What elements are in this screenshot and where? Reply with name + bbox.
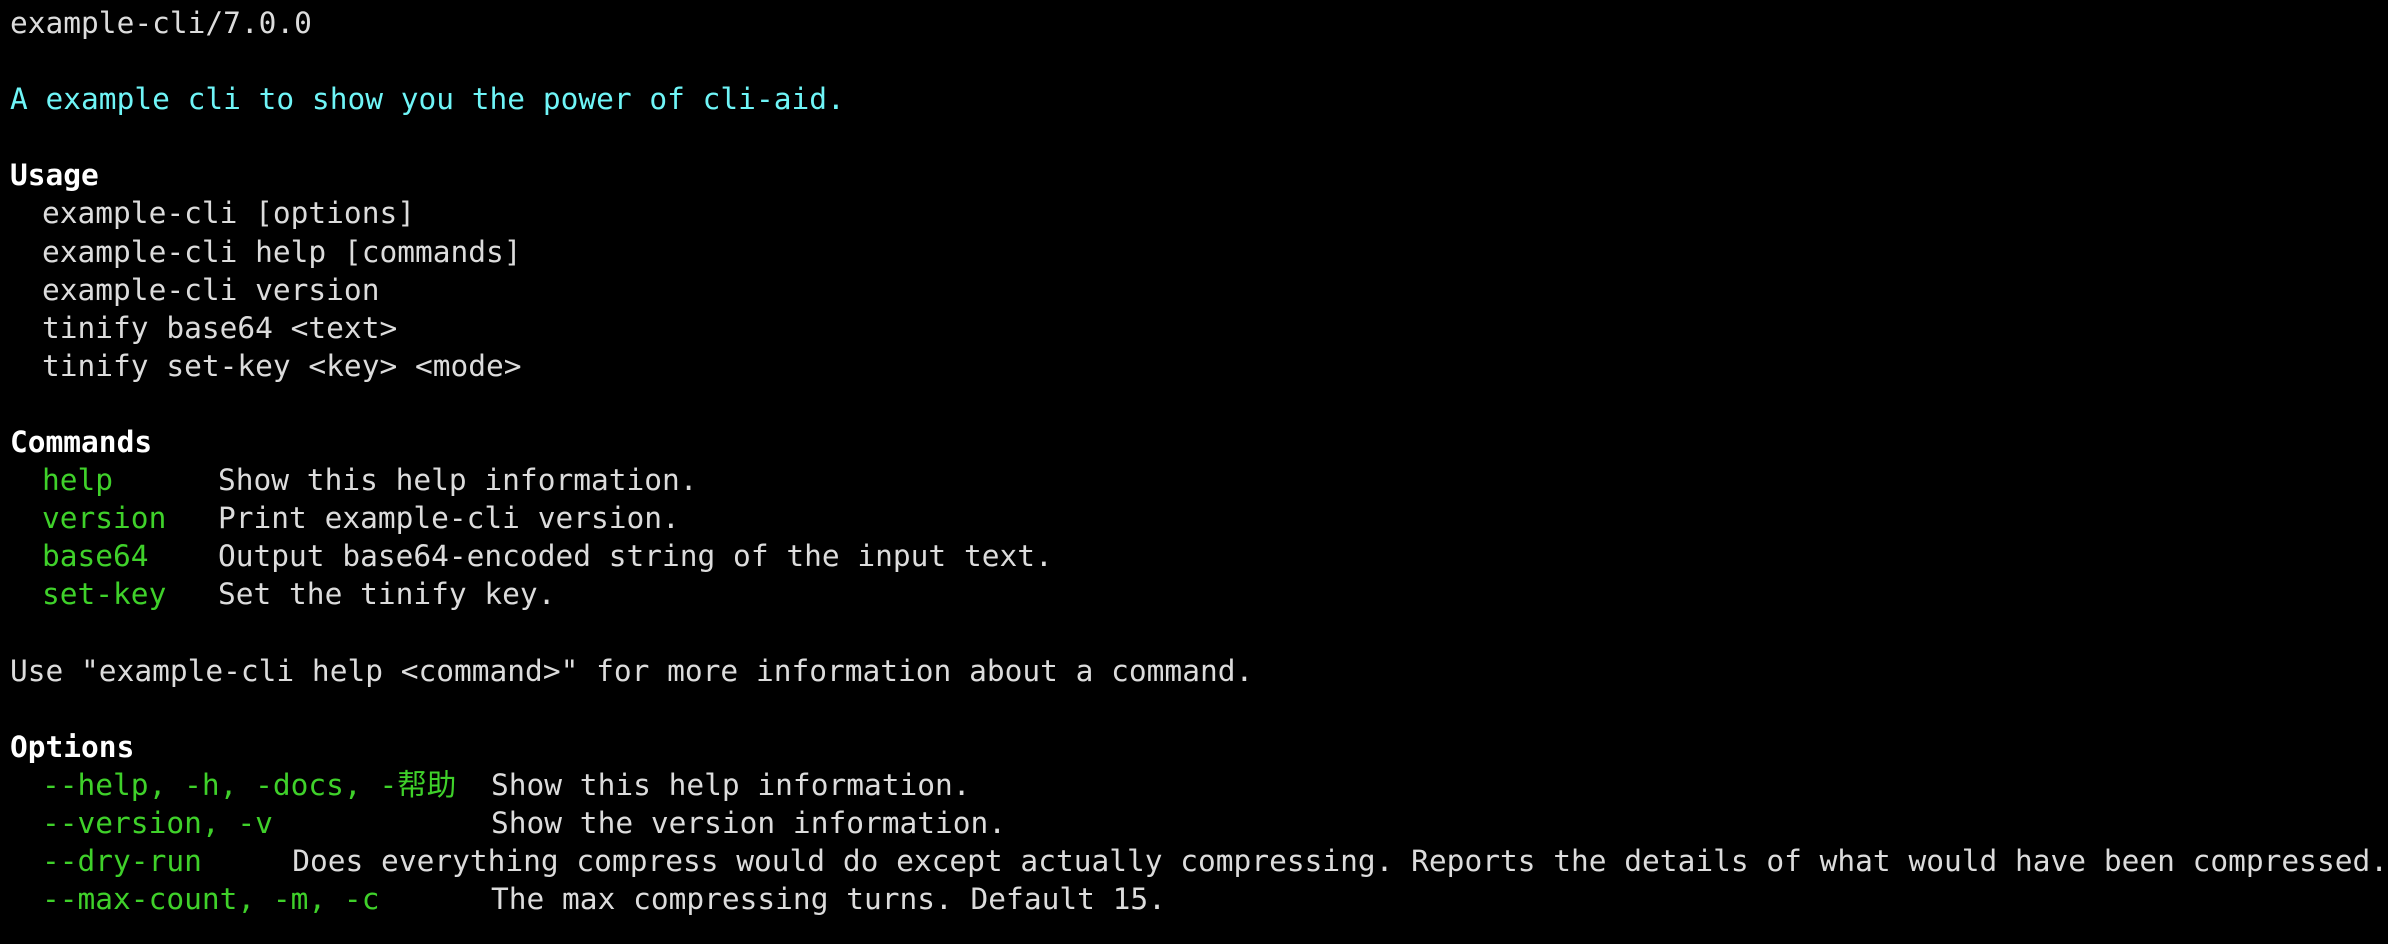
option-description: Does everything compress would do except… xyxy=(292,844,2388,879)
option-description: Show this help information. xyxy=(491,767,971,802)
command-description: Set the tinify key. xyxy=(218,577,556,612)
command-row: help Show this help information. xyxy=(10,461,2388,499)
commands-heading: Commands xyxy=(10,425,153,460)
usage-line: example-cli [options] xyxy=(42,196,415,231)
terminal-window[interactable]: example-cli/7.0.0 A example cli to show … xyxy=(0,0,2388,944)
usage-heading: Usage xyxy=(10,158,99,193)
command-name: help xyxy=(42,463,114,498)
command-row: version Print example-cli version. xyxy=(10,499,2388,537)
option-name: --help, -h, -docs, -帮助 xyxy=(42,767,457,802)
command-row: set-key Set the tinify key. xyxy=(10,575,2388,613)
cli-description: A example cli to show you the power of c… xyxy=(10,82,845,117)
usage-line: example-cli help [commands] xyxy=(42,234,522,269)
usage-line: tinify base64 <text> xyxy=(42,310,398,345)
options-heading: Options xyxy=(10,729,135,764)
version-line: example-cli/7.0.0 xyxy=(10,6,312,40)
option-row: --help, -h, -docs, -帮助 Show this help in… xyxy=(10,766,2388,804)
option-description: The max compressing turns. Default 15. xyxy=(491,882,1166,917)
option-row: --max-count, -m, -c The max compressing … xyxy=(10,880,2388,918)
command-name: base64 xyxy=(42,539,149,574)
usage-line: tinify set-key <key> <mode> xyxy=(42,348,522,383)
command-description: Print example-cli version. xyxy=(218,501,680,536)
usage-line: example-cli version xyxy=(42,272,380,307)
command-name: version xyxy=(42,501,167,536)
option-name: --max-count, -m, -c xyxy=(42,882,380,917)
option-name: --dry-run xyxy=(42,844,202,879)
option-description: Show the version information. xyxy=(491,805,1007,840)
option-row: --dry-run Does everything compress would… xyxy=(10,842,2388,880)
option-row: --version, -v Show the version informati… xyxy=(10,804,2388,842)
command-description: Show this help information. xyxy=(218,463,698,498)
command-row: base64 Output base64-encoded string of t… xyxy=(10,537,2388,575)
option-name: --version, -v xyxy=(42,805,273,840)
commands-hint: Use "example-cli help <command>" for mor… xyxy=(10,653,1254,688)
command-name: set-key xyxy=(42,577,167,612)
command-description: Output base64-encoded string of the inpu… xyxy=(218,539,1053,574)
